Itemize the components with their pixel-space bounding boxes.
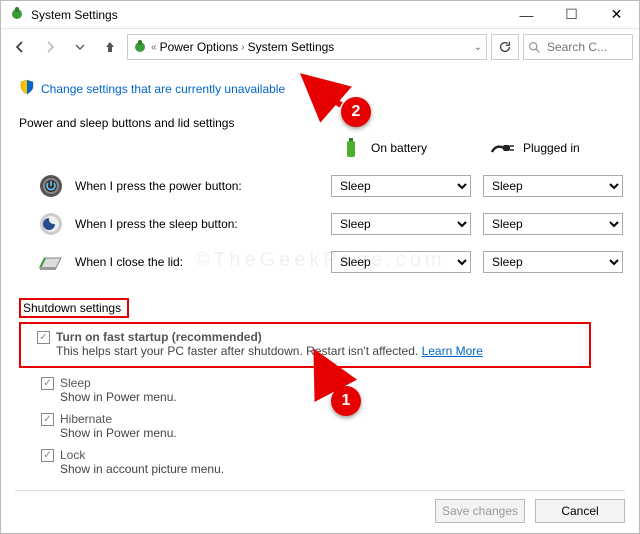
sleep-button-icon: [37, 212, 65, 236]
lid-battery-select[interactable]: Sleep: [331, 251, 471, 273]
maximize-button[interactable]: ☐: [549, 1, 594, 29]
column-plugged-in: Plugged in: [483, 136, 623, 160]
plug-icon: [489, 136, 517, 160]
chevron-right-icon: ›: [241, 42, 244, 53]
sleep-title: Sleep: [60, 376, 177, 390]
window-title: System Settings: [31, 8, 118, 22]
fast-startup-checkbox[interactable]: [37, 331, 50, 344]
chevron-icon: «: [151, 42, 157, 53]
app-icon: [9, 5, 25, 24]
power-button-icon: [37, 174, 65, 198]
breadcrumb-dropdown-icon[interactable]: ⌄: [474, 42, 482, 53]
cancel-button[interactable]: Cancel: [535, 499, 625, 523]
learn-more-link[interactable]: Learn More: [422, 344, 483, 358]
power-button-label: When I press the power button:: [75, 179, 242, 193]
shutdown-settings-header: Shutdown settings: [19, 298, 129, 318]
fast-startup-title: Turn on fast startup (recommended): [56, 330, 483, 344]
sleep-desc: Show in Power menu.: [60, 390, 177, 404]
power-plan-icon: [132, 38, 148, 57]
recent-dropdown[interactable]: [67, 34, 93, 60]
search-box[interactable]: [523, 34, 633, 60]
lid-icon: [37, 250, 65, 274]
change-settings-link[interactable]: Change settings that are currently unava…: [41, 82, 285, 96]
search-input[interactable]: [545, 39, 615, 55]
annotation-badge-1: 1: [331, 386, 361, 416]
refresh-button[interactable]: [491, 34, 519, 60]
battery-icon: [337, 136, 365, 160]
sleep-button-plugged-select[interactable]: Sleep: [483, 213, 623, 235]
search-icon: [528, 41, 541, 54]
up-button[interactable]: [97, 34, 123, 60]
shutdown-settings-box: Turn on fast startup (recommended) This …: [19, 322, 591, 368]
sleep-button-battery-select[interactable]: Sleep: [331, 213, 471, 235]
breadcrumb-power-options[interactable]: Power Options: [160, 40, 239, 54]
content-pane: Change settings that are currently unava…: [1, 65, 639, 476]
shield-icon: [19, 79, 35, 98]
lock-checkbox[interactable]: [41, 449, 54, 462]
annotation-badge-2: 2: [341, 97, 371, 127]
minimize-button[interactable]: —: [504, 1, 549, 29]
titlebar: System Settings — ☐ ✕: [1, 1, 639, 29]
lock-desc: Show in account picture menu.: [60, 462, 224, 476]
section-header: Power and sleep buttons and lid settings: [19, 116, 625, 130]
button-bar: Save changes Cancel: [15, 490, 625, 523]
lid-label: When I close the lid:: [75, 255, 183, 269]
lid-plugged-select[interactable]: Sleep: [483, 251, 623, 273]
back-button[interactable]: [7, 34, 33, 60]
power-button-battery-select[interactable]: Sleep: [331, 175, 471, 197]
hibernate-title: Hibernate: [60, 412, 177, 426]
power-button-plugged-select[interactable]: Sleep: [483, 175, 623, 197]
hibernate-checkbox[interactable]: [41, 413, 54, 426]
breadcrumb[interactable]: « Power Options › System Settings ⌄: [127, 34, 487, 60]
breadcrumb-system-settings[interactable]: System Settings: [248, 40, 335, 54]
close-button[interactable]: ✕: [594, 1, 639, 29]
forward-button[interactable]: [37, 34, 63, 60]
save-button[interactable]: Save changes: [435, 499, 525, 523]
column-on-battery: On battery: [331, 136, 471, 160]
fast-startup-desc: This helps start your PC faster after sh…: [56, 344, 483, 358]
hibernate-desc: Show in Power menu.: [60, 426, 177, 440]
sleep-button-label: When I press the sleep button:: [75, 217, 238, 231]
sleep-checkbox[interactable]: [41, 377, 54, 390]
lock-title: Lock: [60, 448, 224, 462]
navbar: « Power Options › System Settings ⌄: [1, 29, 639, 65]
